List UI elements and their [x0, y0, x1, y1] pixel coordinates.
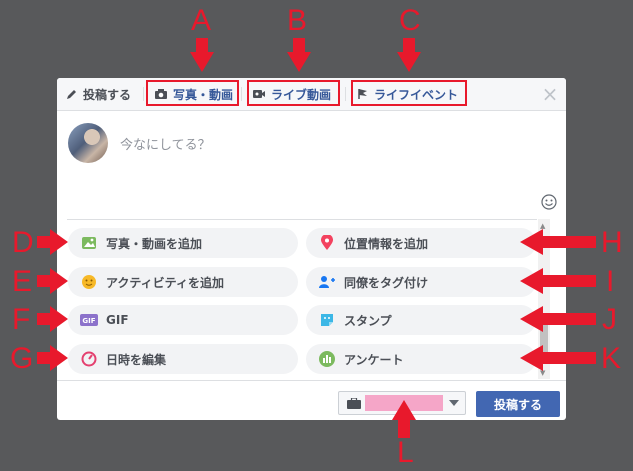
arrow-d — [37, 229, 68, 255]
arrow-l — [392, 400, 416, 438]
arrow-i — [520, 268, 596, 294]
arrow-a — [190, 38, 214, 72]
arrow-c — [397, 38, 421, 72]
arrow-g — [37, 345, 68, 371]
arrow-e — [37, 268, 68, 294]
arrow-j — [520, 306, 596, 332]
arrow-h — [520, 229, 596, 255]
arrow-f — [37, 306, 68, 332]
arrow-k — [520, 345, 596, 371]
annotation-arrows — [37, 38, 596, 438]
arrow-b — [287, 38, 311, 72]
